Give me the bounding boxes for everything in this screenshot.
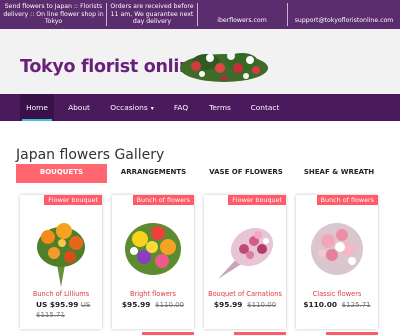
- tab-bouquets[interactable]: BOUQUETS: [16, 164, 107, 183]
- product-image-carnations[interactable]: [210, 209, 280, 287]
- tab-sheaf-wreath[interactable]: SHEAF & WREATH: [294, 164, 384, 183]
- nav-occasions[interactable]: Occasions ▾: [104, 94, 160, 121]
- divider: [106, 3, 107, 26]
- product-badge: Flower bouquet: [44, 195, 102, 205]
- product-card[interactable]: Flower bouquet Bunch of Lilliums US $95.…: [20, 195, 102, 329]
- product-image-bright-flowers[interactable]: [118, 209, 188, 287]
- nav-contact[interactable]: Contact: [244, 94, 286, 121]
- product-price: $95.99 $110.00: [121, 300, 185, 309]
- product-image-lilliums[interactable]: [26, 209, 96, 287]
- support-email-link[interactable]: support@tokyofloristonline.com: [289, 0, 399, 29]
- product-card[interactable]: Bunch of flowers Classic flowers $110.00…: [296, 195, 378, 329]
- product-card[interactable]: Bunch of flowers Bright flowers $95.99 $…: [112, 195, 194, 329]
- product-badge: Bunch of flowers: [316, 195, 378, 205]
- divider: [197, 3, 198, 26]
- product-price: $95.99 $110.00: [213, 300, 277, 309]
- product-card[interactable]: Flower bouquet Bouquet of Carnations $95…: [204, 195, 286, 329]
- main-nav: Home About Occasions ▾ FAQ Terms Contact: [0, 94, 400, 121]
- chevron-down-icon: ▾: [150, 105, 154, 112]
- header-bouquet-image: [180, 52, 268, 82]
- divider: [287, 3, 288, 26]
- top-info-bar: Send flowers to Japan :: Florists delive…: [0, 0, 400, 29]
- nav-about[interactable]: About: [60, 94, 98, 121]
- product-name[interactable]: Bunch of Lilliums: [20, 290, 102, 298]
- site-intro-text: Send flowers to Japan :: Florists delive…: [3, 3, 104, 25]
- nav-home[interactable]: Home: [20, 94, 54, 121]
- tab-vase-of-flowers[interactable]: VASE OF FLOWERS: [200, 164, 292, 183]
- gallery-title: Japan flowers Gallery: [16, 147, 165, 163]
- product-name[interactable]: Bright flowers: [112, 290, 194, 298]
- nav-terms[interactable]: Terms: [202, 94, 238, 121]
- delivery-hours-text: Orders are received before 11 am, We gua…: [110, 3, 194, 25]
- product-price: $110.00 $125.71: [303, 300, 371, 309]
- site-link[interactable]: iberflowers.com: [199, 0, 285, 29]
- product-name[interactable]: Bouquet of Carnations: [204, 290, 286, 298]
- product-name[interactable]: Classic flowers: [296, 290, 378, 298]
- product-badge: Bunch of flowers: [132, 195, 194, 205]
- product-price: US $95.99 US $115.71: [36, 300, 91, 319]
- product-image-classic-flowers[interactable]: [302, 209, 372, 287]
- product-badge: Flower bouquet: [228, 195, 286, 205]
- nav-faq[interactable]: FAQ: [166, 94, 196, 121]
- header-banner: Tokyo florist online: [0, 29, 400, 94]
- tab-arrangements[interactable]: ARRANGEMENTS: [109, 164, 198, 183]
